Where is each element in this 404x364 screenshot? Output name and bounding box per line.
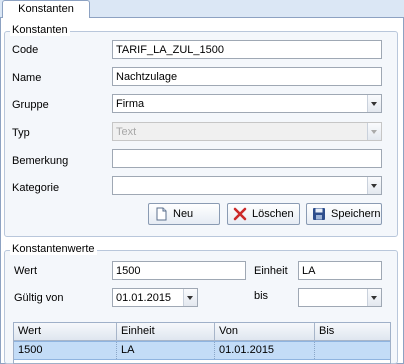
speichern-button[interactable]: Speichern: [306, 203, 382, 225]
kategorie-select[interactable]: [112, 176, 382, 195]
typ-select: Text: [112, 122, 382, 141]
tab-konstanten[interactable]: Konstanten: [2, 0, 90, 18]
chevron-down-icon: [367, 123, 381, 140]
typ-select-value: Text: [116, 126, 137, 138]
konstantenwerte-table[interactable]: Wert Einheit Von Bis 1500 LA 01.01.2015: [13, 322, 391, 364]
table-cell: 1500: [14, 342, 117, 359]
delete-icon: [233, 207, 247, 221]
konstanten-group-legend: Konstanten: [10, 24, 70, 36]
column-header-wert[interactable]: Wert: [14, 323, 117, 340]
save-icon: [313, 208, 325, 220]
einheit-field[interactable]: LA: [298, 261, 382, 280]
table-row[interactable]: 1500 LA 01.01.2015: [14, 341, 390, 360]
bemerkung-label: Bemerkung: [12, 155, 69, 167]
table-header: Wert Einheit Von Bis: [14, 323, 390, 341]
gueltig-von-value: 01.01.2015: [116, 292, 172, 304]
column-header-bis[interactable]: Bis: [315, 323, 390, 340]
wert-label: Wert: [14, 265, 38, 277]
gruppe-label: Gruppe: [12, 99, 49, 111]
kategorie-label: Kategorie: [12, 182, 60, 194]
column-header-von[interactable]: Von: [215, 323, 315, 340]
chevron-down-icon[interactable]: [367, 95, 381, 112]
chevron-down-icon[interactable]: [367, 289, 381, 306]
name-label: Name: [12, 72, 42, 84]
loeschen-button[interactable]: Löschen: [227, 203, 300, 225]
bis-datepicker[interactable]: . .: [298, 288, 382, 307]
table-cell: [315, 342, 390, 359]
chevron-down-icon[interactable]: [367, 177, 381, 194]
new-document-icon: [156, 207, 167, 221]
neu-button[interactable]: Neu: [148, 203, 220, 225]
bemerkung-field[interactable]: [112, 149, 382, 168]
code-field[interactable]: TARIF_LA_ZUL_1500: [112, 40, 382, 59]
table-cell: 01.01.2015: [215, 342, 315, 359]
typ-label: Typ: [12, 127, 30, 139]
gruppe-select[interactable]: Firma: [112, 94, 382, 113]
konstantenwerte-group-legend: Konstantenwerte: [10, 243, 97, 255]
gueltig-von-label: Gültig von: [14, 292, 64, 304]
name-field[interactable]: Nachtzulage: [112, 67, 382, 86]
chevron-down-icon[interactable]: [183, 289, 197, 306]
table-cell: LA: [117, 342, 215, 359]
bis-label: bis: [254, 290, 269, 302]
einheit-label: Einheit: [254, 265, 288, 277]
code-label: Code: [12, 44, 39, 56]
gueltig-von-datepicker[interactable]: 01.01.2015: [112, 288, 198, 307]
column-header-einheit[interactable]: Einheit: [117, 323, 215, 340]
gruppe-select-value: Firma: [116, 98, 145, 110]
wert-field[interactable]: 1500: [112, 261, 246, 280]
